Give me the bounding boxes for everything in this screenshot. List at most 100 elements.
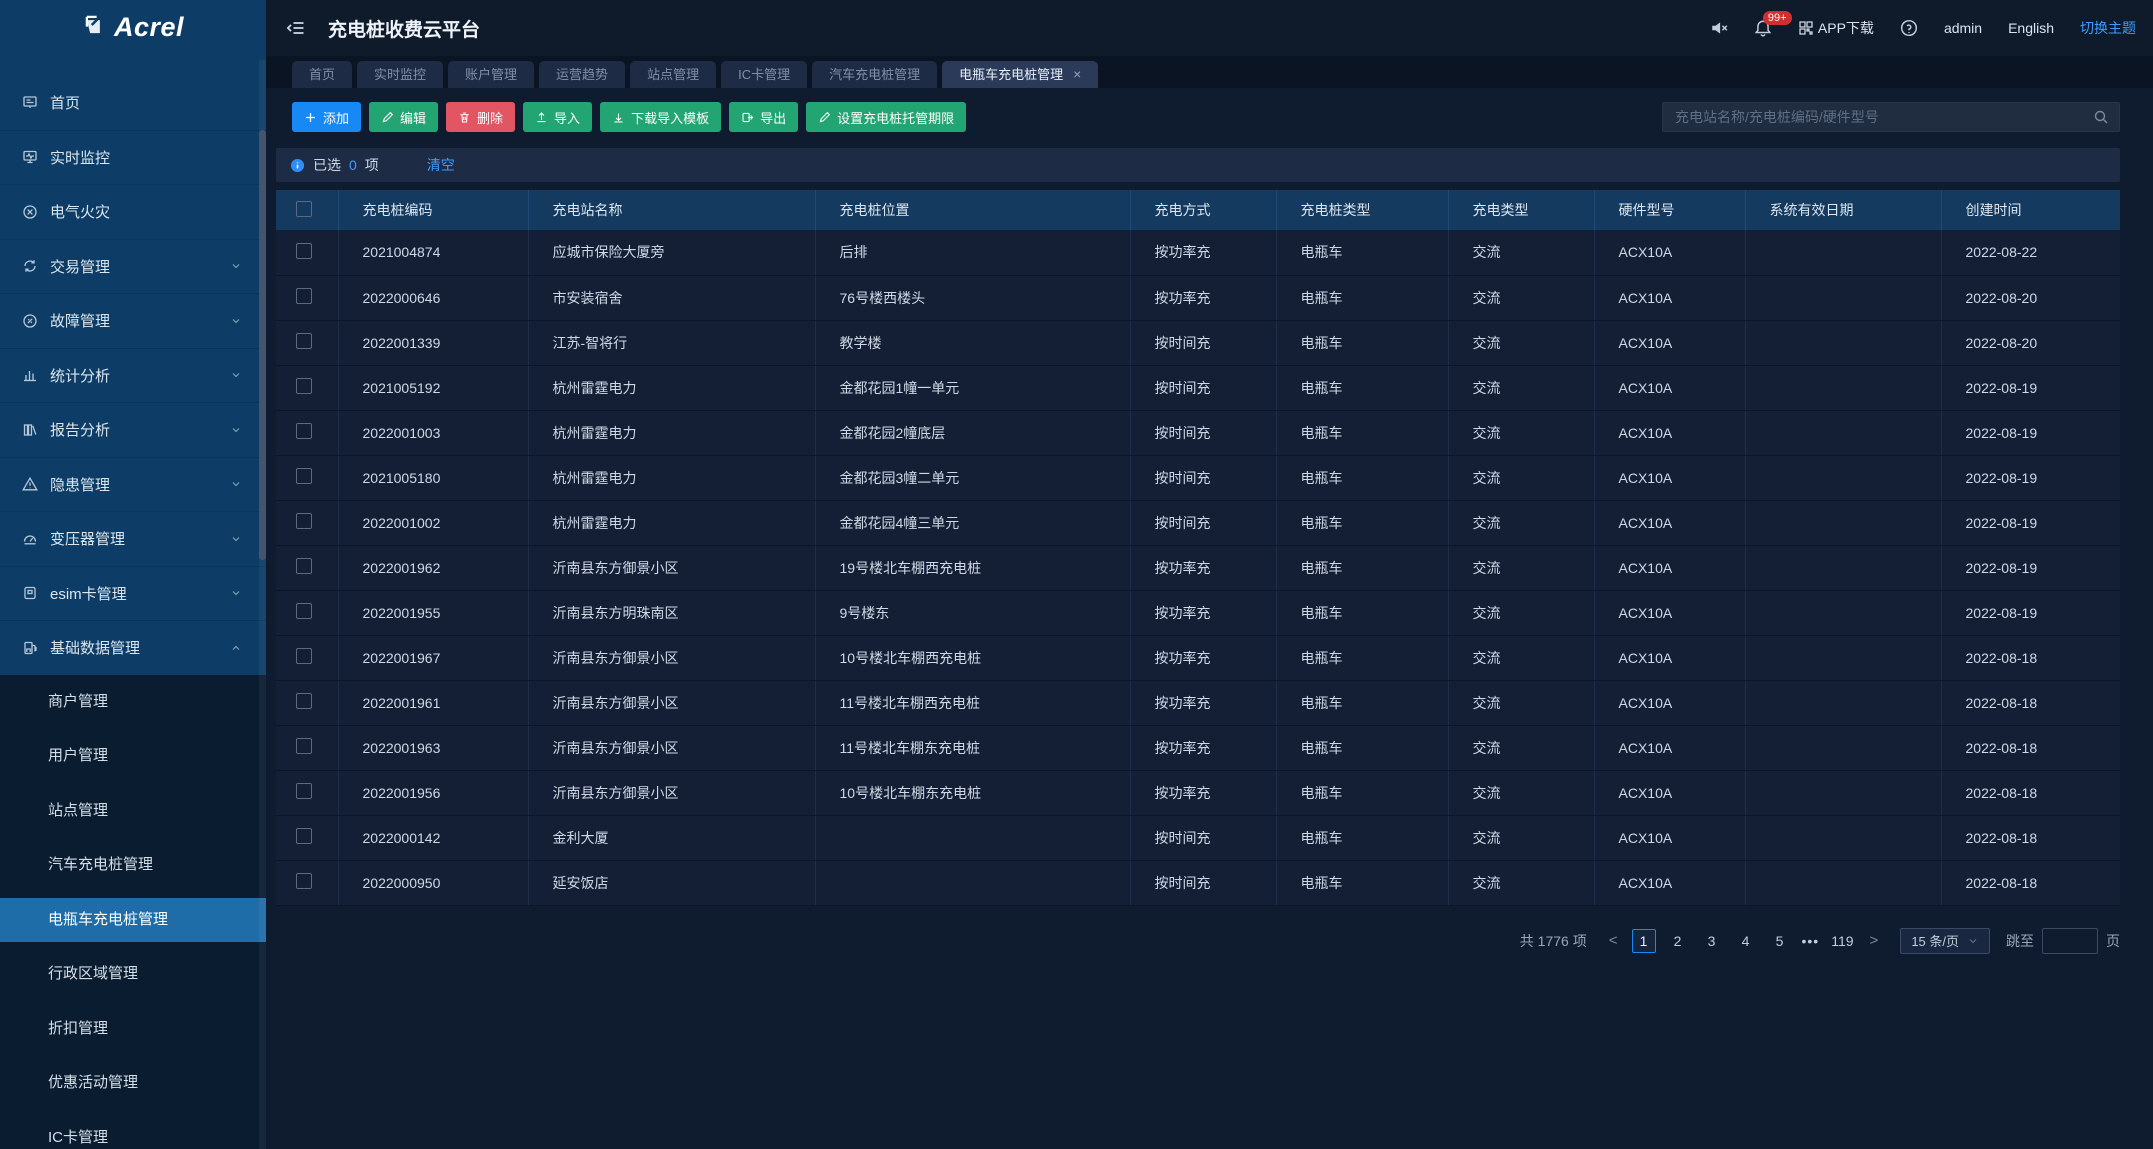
sidebar-item-故障管理[interactable]: 故障管理 bbox=[0, 293, 266, 348]
sidebar-item-变压器管理[interactable]: 变压器管理 bbox=[0, 511, 266, 566]
row-checkbox[interactable] bbox=[296, 603, 312, 619]
tab-汽车充电桩管理[interactable]: 汽车充电桩管理 bbox=[812, 61, 937, 88]
row-checkbox[interactable] bbox=[296, 333, 312, 349]
cell: 沂南县东方御景小区 bbox=[528, 725, 815, 770]
sidebar-item-统计分析[interactable]: 统计分析 bbox=[0, 348, 266, 403]
page-button-3[interactable]: 3 bbox=[1700, 929, 1724, 953]
删除-button[interactable]: 删除 bbox=[446, 102, 515, 132]
tab-电瓶车充电桩管理[interactable]: 电瓶车充电桩管理× bbox=[942, 61, 1098, 88]
collapse-sidebar-icon[interactable] bbox=[286, 18, 306, 38]
row-checkbox[interactable] bbox=[296, 783, 312, 799]
row-checkbox[interactable] bbox=[296, 288, 312, 304]
row-checkbox[interactable] bbox=[296, 423, 312, 439]
clear-selection-link[interactable]: 清空 bbox=[427, 155, 455, 175]
search-icon[interactable] bbox=[2093, 109, 2109, 125]
sidebar-subitem-站点管理[interactable]: 站点管理 bbox=[0, 784, 266, 839]
cell: 2021005180 bbox=[338, 455, 528, 500]
page-ellipsis[interactable]: ••• bbox=[1802, 933, 1820, 949]
cell: ACX10A bbox=[1594, 320, 1745, 365]
row-checkbox[interactable] bbox=[296, 693, 312, 709]
tab-账户管理[interactable]: 账户管理 bbox=[448, 61, 534, 88]
sidebar-item-esim卡管理[interactable]: esim卡管理 bbox=[0, 566, 266, 621]
row-checkbox[interactable] bbox=[296, 648, 312, 664]
cell bbox=[815, 860, 1130, 905]
tab-实时监控[interactable]: 实时监控 bbox=[357, 61, 443, 88]
sidebar-subitem-电瓶车充电桩管理[interactable]: 电瓶车充电桩管理 bbox=[0, 893, 266, 948]
cell: 按时间充 bbox=[1130, 320, 1276, 365]
sidebar-subitem-用户管理[interactable]: 用户管理 bbox=[0, 729, 266, 784]
username[interactable]: admin bbox=[1944, 20, 1982, 36]
row-checkbox[interactable] bbox=[296, 513, 312, 529]
row-checkbox[interactable] bbox=[296, 738, 312, 754]
sidebar-item-实时监控[interactable]: 实时监控 bbox=[0, 130, 266, 185]
table-row: 2022000950延安饭店按时间充电瓶车交流ACX10A2022-08-18 bbox=[276, 860, 2120, 905]
select-all-checkbox[interactable] bbox=[296, 201, 312, 217]
row-checkbox[interactable] bbox=[296, 378, 312, 394]
sidebar-item-报告分析[interactable]: 报告分析 bbox=[0, 402, 266, 457]
sidebar-subitem-行政区域管理[interactable]: 行政区域管理 bbox=[0, 947, 266, 1002]
page-button-5[interactable]: 5 bbox=[1768, 929, 1792, 953]
notification-bell-icon[interactable]: 99+ bbox=[1754, 19, 1772, 37]
sidebar-item-首页[interactable]: 首页 bbox=[0, 75, 266, 130]
row-checkbox[interactable] bbox=[296, 873, 312, 889]
sidebar-item-基础数据管理[interactable]: 基础数据管理 bbox=[0, 620, 266, 675]
chevron-down-icon bbox=[230, 587, 242, 599]
help-icon[interactable] bbox=[1900, 19, 1918, 37]
row-checkbox-cell bbox=[276, 680, 338, 725]
mute-speaker-icon[interactable] bbox=[1710, 19, 1728, 37]
设置充电桩托管期限-button[interactable]: 设置充电桩托管期限 bbox=[806, 102, 966, 132]
tab-close-icon[interactable]: × bbox=[1073, 61, 1081, 88]
添加-button[interactable]: 添加 bbox=[292, 102, 361, 132]
row-checkbox[interactable] bbox=[296, 828, 312, 844]
sidebar-subitem-label: 站点管理 bbox=[0, 789, 266, 833]
page-button-4[interactable]: 4 bbox=[1734, 929, 1758, 953]
page-button-119[interactable]: 119 bbox=[1829, 929, 1855, 953]
download-icon bbox=[612, 111, 625, 124]
tab-首页[interactable]: 首页 bbox=[292, 61, 352, 88]
row-checkbox[interactable] bbox=[296, 243, 312, 259]
编辑-button[interactable]: 编辑 bbox=[369, 102, 438, 132]
cell: 按功率充 bbox=[1130, 725, 1276, 770]
cell: 2022-08-18 bbox=[1941, 860, 2120, 905]
row-checkbox[interactable] bbox=[296, 468, 312, 484]
app-download-button[interactable]: APP下载 bbox=[1798, 18, 1874, 38]
cell: 按时间充 bbox=[1130, 365, 1276, 410]
tab-站点管理[interactable]: 站点管理 bbox=[630, 61, 716, 88]
sidebar-scrollbar[interactable] bbox=[259, 60, 266, 1149]
table-row: 2022001967沂南县东方御景小区10号楼北车棚西充电桩按功率充电瓶车交流A… bbox=[276, 635, 2120, 680]
tab-运营趋势[interactable]: 运营趋势 bbox=[539, 61, 625, 88]
sidebar-item-电气火灾[interactable]: 电气火灾 bbox=[0, 184, 266, 239]
sidebar-item-label: 实时监控 bbox=[50, 147, 242, 168]
sidebar-subitem-IC卡管理[interactable]: IC卡管理 bbox=[0, 1111, 266, 1149]
table-row: 2021004874应城市保险大厦旁后排按功率充电瓶车交流ACX10A2022-… bbox=[276, 230, 2120, 275]
tab-bar: 首页实时监控账户管理运营趋势站点管理IC卡管理汽车充电桩管理电瓶车充电桩管理× bbox=[266, 56, 2153, 88]
导入-button[interactable]: 导入 bbox=[523, 102, 592, 132]
下载导入模板-button[interactable]: 下载导入模板 bbox=[600, 102, 721, 132]
sidebar-item-隐患管理[interactable]: 隐患管理 bbox=[0, 457, 266, 512]
theme-switch-link[interactable]: 切换主题 bbox=[2080, 18, 2136, 38]
sidebar-subitem-label: 折扣管理 bbox=[0, 1007, 266, 1051]
page-size-select[interactable]: 15 条/页 bbox=[1900, 928, 1990, 954]
sidebar-subitem-商户管理[interactable]: 商户管理 bbox=[0, 675, 266, 730]
jump-page-input[interactable] bbox=[2042, 928, 2098, 954]
cell bbox=[1745, 230, 1941, 275]
tab-IC卡管理[interactable]: IC卡管理 bbox=[721, 61, 807, 88]
sidebar-item-交易管理[interactable]: 交易管理 bbox=[0, 239, 266, 294]
cell: ACX10A bbox=[1594, 455, 1745, 500]
next-page-button[interactable]: > bbox=[1866, 932, 1883, 949]
cell: 11号楼北车棚东充电桩 bbox=[815, 725, 1130, 770]
qr-code-icon bbox=[1798, 20, 1814, 36]
sidebar-scrollbar-thumb[interactable] bbox=[259, 130, 266, 560]
row-checkbox[interactable] bbox=[296, 558, 312, 574]
cell: 2022001339 bbox=[338, 320, 528, 365]
page-button-2[interactable]: 2 bbox=[1666, 929, 1690, 953]
sidebar-subitem-优惠活动管理[interactable]: 优惠活动管理 bbox=[0, 1056, 266, 1111]
导出-button[interactable]: 导出 bbox=[729, 102, 798, 132]
search-input[interactable] bbox=[1675, 109, 2093, 125]
cell bbox=[1745, 545, 1941, 590]
sidebar-subitem-汽车充电桩管理[interactable]: 汽车充电桩管理 bbox=[0, 838, 266, 893]
sidebar-subitem-折扣管理[interactable]: 折扣管理 bbox=[0, 1002, 266, 1057]
page-button-1[interactable]: 1 bbox=[1632, 929, 1656, 953]
prev-page-button[interactable]: < bbox=[1605, 932, 1622, 949]
language-switch[interactable]: English bbox=[2008, 20, 2054, 36]
